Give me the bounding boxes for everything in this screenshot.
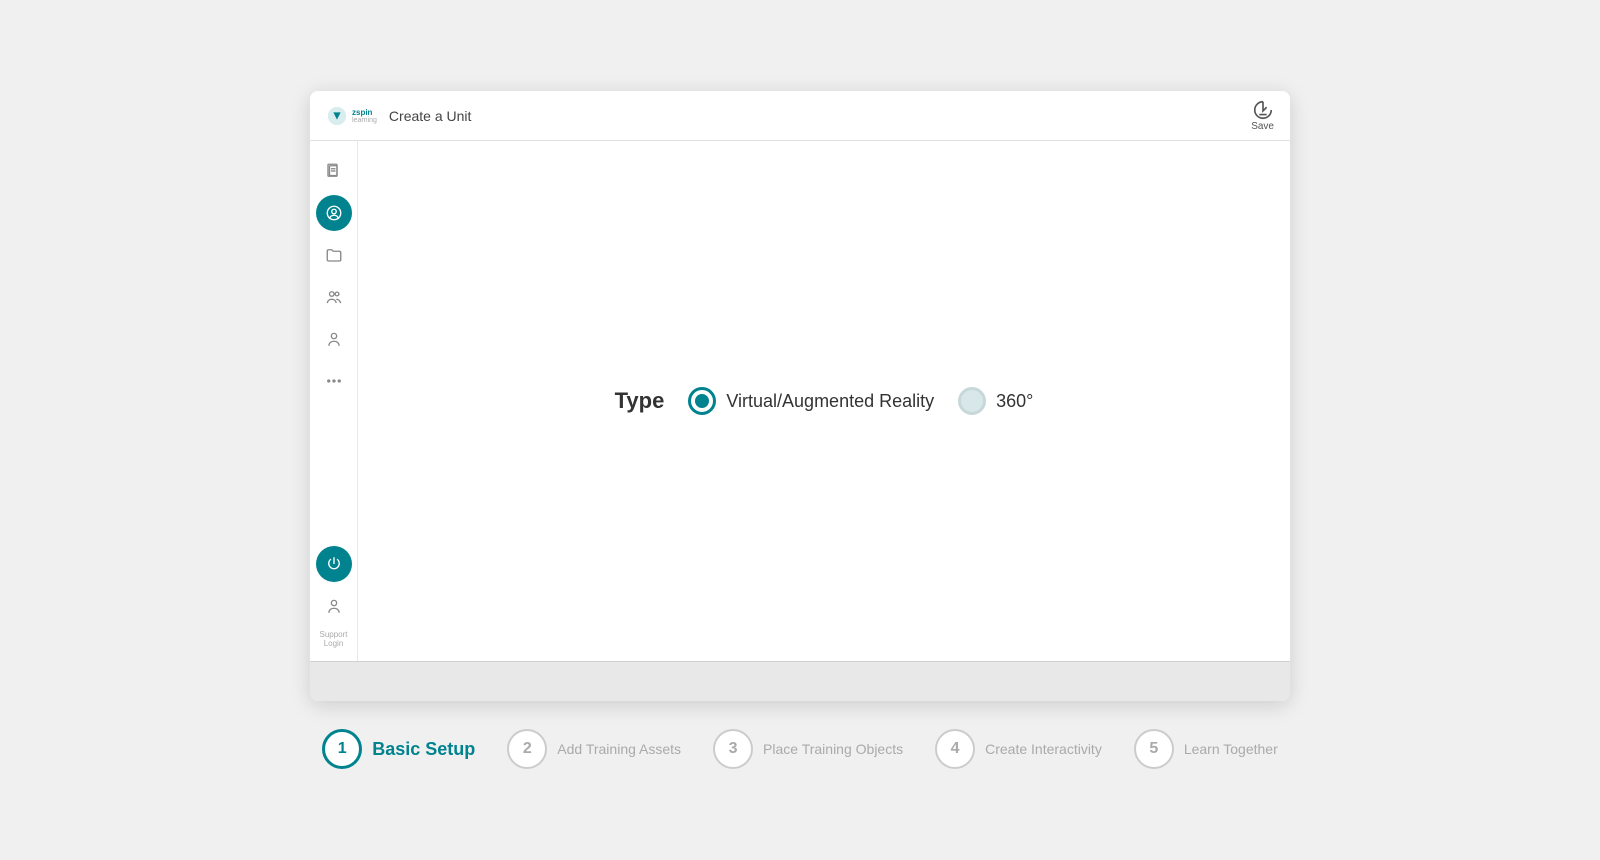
sidebar-bottom: Support Login xyxy=(316,546,352,649)
option-360-label: 360° xyxy=(996,391,1033,412)
step-2-circle: 2 xyxy=(507,729,547,769)
pages-icon xyxy=(325,162,343,180)
sidebar-item-group1[interactable] xyxy=(316,279,352,315)
sidebar-item-power[interactable] xyxy=(316,546,352,582)
save-icon xyxy=(1252,99,1274,121)
step-3-circle: 3 xyxy=(713,729,753,769)
logo-text: zspin learning xyxy=(352,108,377,124)
header: zspin learning Create a Unit Save xyxy=(310,91,1290,141)
main-content: Type Virtual/Augmented Reality 360° xyxy=(358,141,1290,661)
step-2-label: Add Training Assets xyxy=(557,741,681,757)
radio-360[interactable] xyxy=(958,387,986,415)
option-vr[interactable]: Virtual/Augmented Reality xyxy=(688,387,934,415)
sidebar-item-folder[interactable] xyxy=(316,237,352,273)
step-5[interactable]: 5 Learn Together xyxy=(1134,729,1278,769)
sidebar: Support Login xyxy=(310,141,358,661)
step-1-label: Basic Setup xyxy=(372,739,475,760)
step-3[interactable]: 3 Place Training Objects xyxy=(713,729,903,769)
type-selector: Type Virtual/Augmented Reality 360° xyxy=(615,387,1034,415)
step-4-label: Create Interactivity xyxy=(985,741,1102,757)
sidebar-item-user-support[interactable] xyxy=(316,588,352,624)
option-360[interactable]: 360° xyxy=(958,387,1033,415)
radio-vr[interactable] xyxy=(688,387,716,415)
step-4-circle: 4 xyxy=(935,729,975,769)
users-circle-icon xyxy=(325,204,343,222)
logo: zspin learning xyxy=(326,105,377,127)
option-vr-label: Virtual/Augmented Reality xyxy=(726,391,934,412)
logo-icon xyxy=(326,105,348,127)
step-5-circle: 5 xyxy=(1134,729,1174,769)
person-icon xyxy=(325,330,343,348)
sidebar-item-users-circle[interactable] xyxy=(316,195,352,231)
step-1[interactable]: 1 Basic Setup xyxy=(322,729,475,769)
save-label: Save xyxy=(1251,121,1274,132)
sidebar-item-person[interactable] xyxy=(316,321,352,357)
stepper: 1 Basic Setup 2 Add Training Assets 3 Pl… xyxy=(322,729,1278,769)
step-5-label: Learn Together xyxy=(1184,741,1278,757)
save-button[interactable]: Save xyxy=(1251,99,1274,132)
step-1-circle: 1 xyxy=(322,729,362,769)
step-3-label: Place Training Objects xyxy=(763,741,903,757)
header-left: zspin learning Create a Unit xyxy=(326,105,471,127)
more-icon xyxy=(325,372,343,390)
sidebar-item-pages[interactable] xyxy=(316,153,352,189)
main-window: zspin learning Create a Unit Save xyxy=(310,91,1290,701)
people-icon xyxy=(325,288,343,306)
step-4[interactable]: 4 Create Interactivity xyxy=(935,729,1102,769)
type-label: Type xyxy=(615,388,665,414)
user-support-icon xyxy=(325,597,343,615)
power-icon xyxy=(325,555,343,573)
body: Support Login Type Virtual/Augmented Rea… xyxy=(310,141,1290,661)
page-title: Create a Unit xyxy=(389,108,471,124)
support-label: Support Login xyxy=(319,630,347,649)
bottom-strip xyxy=(310,661,1290,701)
folder-icon xyxy=(325,246,343,264)
step-2[interactable]: 2 Add Training Assets xyxy=(507,729,681,769)
sidebar-item-more[interactable] xyxy=(316,363,352,399)
